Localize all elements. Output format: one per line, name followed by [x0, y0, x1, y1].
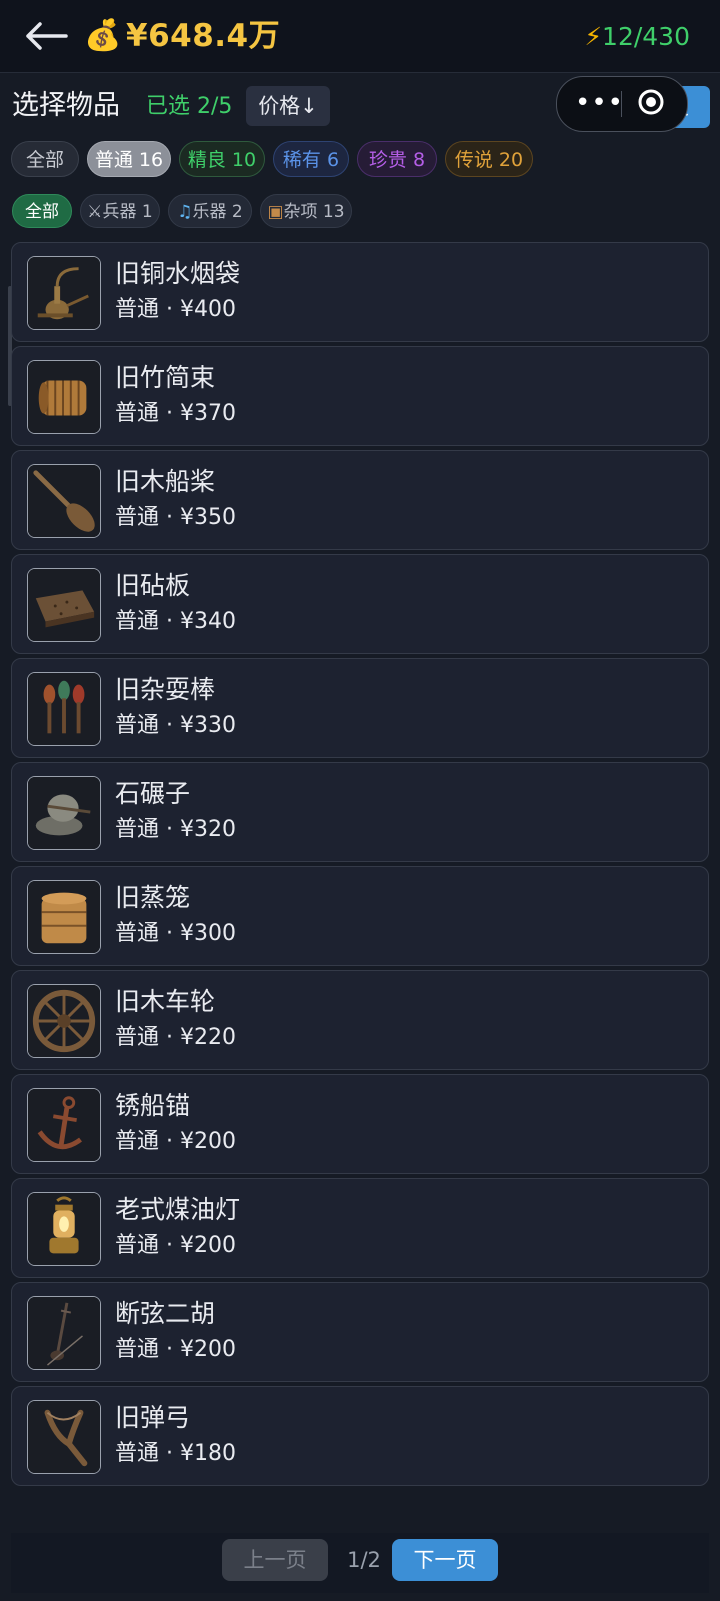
filter-type-weapon-label: 兵器 1: [102, 202, 153, 222]
list-item[interactable]: 旧木船桨 普通 · ¥350: [11, 450, 709, 550]
list-item[interactable]: 旧竹简束 普通 · ¥370: [11, 346, 709, 446]
filter-rarity-common[interactable]: 普通 16: [87, 141, 171, 177]
item-meta: 普通 · ¥180: [115, 1441, 236, 1466]
item-name: 旧竹简束: [115, 363, 216, 392]
item-name: 断弦二胡: [115, 1299, 216, 1328]
filter-type-all[interactable]: 全部: [12, 194, 72, 228]
capsule-divider: [621, 91, 622, 117]
list-item[interactable]: 旧铜水烟袋 普通 · ¥400: [11, 242, 709, 342]
energy-counter: ⚡12/430: [584, 20, 690, 54]
item-meta: 普通 · ¥400: [115, 297, 236, 322]
more-icon[interactable]: •••: [575, 87, 624, 119]
item-meta: 普通 · ¥340: [115, 609, 236, 634]
filter-type-all-label: 全部: [25, 202, 59, 222]
item-meta: 普通 · ¥200: [115, 1233, 236, 1258]
list-item[interactable]: 旧木车轮 普通 · ¥220: [11, 970, 709, 1070]
item-meta: 普通 · ¥350: [115, 505, 236, 530]
item-name: 旧铜水烟袋: [115, 259, 241, 288]
sort-by-price-button[interactable]: 价格↓: [246, 86, 330, 126]
item-name: 旧木船桨: [115, 467, 216, 496]
item-meta: 普通 · ¥200: [115, 1129, 236, 1154]
bamboo-scroll-icon: [27, 360, 101, 434]
energy-value: 12/430: [602, 22, 690, 51]
oar-icon: [27, 464, 101, 538]
item-meta: 普通 · ¥320: [115, 817, 236, 842]
item-name: 老式煤油灯: [115, 1195, 241, 1224]
list-item[interactable]: 旧砧板 普通 · ¥340: [11, 554, 709, 654]
list-item[interactable]: 老式煤油灯 普通 · ¥200: [11, 1178, 709, 1278]
top-bar: 💰 ¥648.4万 ⚡12/430: [0, 0, 720, 73]
juggling-clubs-icon: [27, 672, 101, 746]
stone-mill-icon: [27, 776, 101, 850]
item-name: 旧蒸笼: [115, 883, 191, 912]
slingshot-icon: [27, 1400, 101, 1474]
list-item[interactable]: 旧蒸笼 普通 · ¥300: [11, 866, 709, 966]
filter-rarity-fine[interactable]: 精良 10: [179, 141, 265, 177]
steamer-icon: [27, 880, 101, 954]
water-pipe-icon: [27, 256, 101, 330]
list-item[interactable]: 断弦二胡 普通 · ¥200: [11, 1282, 709, 1382]
page-indicator: 1/2: [347, 1548, 381, 1572]
item-name: 旧弹弓: [115, 1403, 191, 1432]
page-title: 选择物品: [12, 90, 120, 121]
item-meta: 普通 · ¥330: [115, 713, 236, 738]
cutting-board-icon: [27, 568, 101, 642]
item-name: 锈船锚: [115, 1091, 191, 1120]
list-item[interactable]: 石碾子 普通 · ¥320: [11, 762, 709, 862]
prev-page-button[interactable]: 上一页: [222, 1539, 328, 1581]
oil-lamp-icon: [27, 1192, 101, 1266]
money-balance: ¥648.4万: [126, 18, 281, 54]
filter-rarity-precious[interactable]: 珍贵 8: [357, 141, 437, 177]
package-icon: ▣: [267, 202, 284, 222]
wooden-wheel-icon: [27, 984, 101, 1058]
list-item[interactable]: 锈船锚 普通 · ¥200: [11, 1074, 709, 1174]
list-item[interactable]: 旧杂耍棒 普通 · ¥330: [11, 658, 709, 758]
list-item[interactable]: 旧弹弓 普通 · ¥180: [11, 1386, 709, 1486]
item-name: 旧砧板: [115, 571, 191, 600]
anchor-icon: [27, 1088, 101, 1162]
close-target-icon[interactable]: [637, 88, 665, 116]
erhu-icon: [27, 1296, 101, 1370]
filter-rarity-rare[interactable]: 稀有 6: [273, 141, 349, 177]
filter-type-instrument[interactable]: ♫乐器 2: [168, 194, 252, 228]
lightning-icon: ⚡: [584, 22, 603, 51]
item-meta: 普通 · ¥220: [115, 1025, 236, 1050]
selected-count: 已选 2/5: [146, 94, 233, 119]
filter-type-weapon[interactable]: ⚔兵器 1: [80, 194, 160, 228]
money-bag-icon: 💰: [84, 18, 122, 53]
crossed-swords-icon: ⚔: [87, 202, 103, 222]
music-note-icon: ♫: [177, 202, 193, 222]
miniprogram-capsule: •••: [556, 76, 688, 132]
pagination: 上一页 1/2 下一页: [11, 1533, 709, 1593]
next-page-button[interactable]: 下一页: [392, 1539, 498, 1581]
item-name: 旧杂耍棒: [115, 675, 216, 704]
filter-type-instrument-label: 乐器 2: [192, 202, 243, 222]
item-meta: 普通 · ¥300: [115, 921, 236, 946]
back-arrow-icon[interactable]: [22, 18, 68, 54]
item-name: 旧木车轮: [115, 987, 216, 1016]
filter-rarity-legendary[interactable]: 传说 20: [445, 141, 533, 177]
item-meta: 普通 · ¥200: [115, 1337, 236, 1362]
filter-type-misc-label: 杂项 13: [283, 202, 345, 222]
item-meta: 普通 · ¥370: [115, 401, 236, 426]
filter-type-misc[interactable]: ▣杂项 13: [260, 194, 352, 228]
item-name: 石碾子: [115, 779, 191, 808]
filter-rarity-all[interactable]: 全部: [11, 141, 79, 177]
